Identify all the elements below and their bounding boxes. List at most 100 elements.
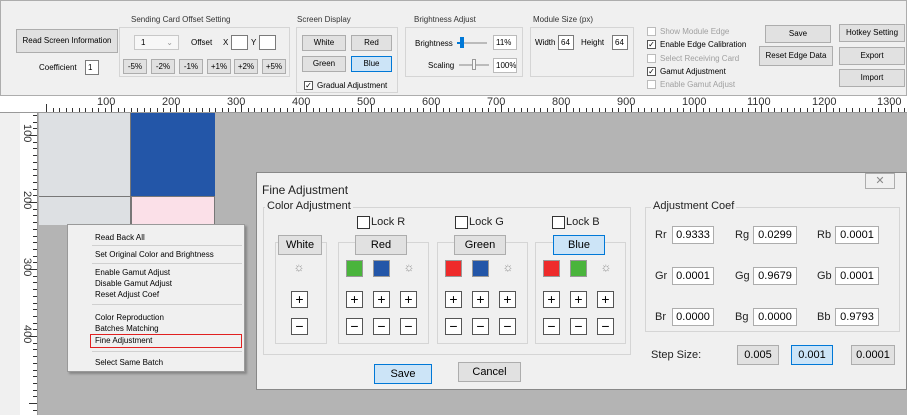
menu-item-reset-adjust-coef[interactable]: Reset Adjust Coef xyxy=(95,290,159,299)
step-size-0001-button[interactable]: 0.001 xyxy=(791,345,833,365)
ruler-tick xyxy=(774,108,775,112)
brightness-slider-thumb[interactable] xyxy=(460,37,465,48)
blue-button[interactable]: Blue xyxy=(553,235,605,255)
show-module-edge-checkbox[interactable] xyxy=(647,27,656,36)
gamut-adjustment-label: Gamut Adjustment xyxy=(660,67,726,76)
red-b-minus-button[interactable]: − xyxy=(373,318,390,335)
select-receiving-card-checkbox[interactable] xyxy=(647,54,656,63)
coef-bg-value[interactable]: 0.0000 xyxy=(753,308,797,326)
dialog-close-button[interactable]: ✕ xyxy=(865,173,895,189)
white-plus-button[interactable]: + xyxy=(291,291,308,308)
dialog-save-button[interactable]: Save xyxy=(374,364,432,384)
offset-x-input[interactable] xyxy=(231,35,248,50)
green-l-minus-button[interactable]: − xyxy=(499,318,516,335)
menu-item-enable-gamut-adjust[interactable]: Enable Gamut Adjust xyxy=(95,268,170,277)
red-b-plus-button[interactable]: + xyxy=(373,291,390,308)
ruler-tick xyxy=(689,108,691,112)
red-g-plus-button[interactable]: + xyxy=(346,291,363,308)
save-button[interactable]: Save xyxy=(765,25,831,43)
lock-b-checkbox[interactable] xyxy=(552,216,565,229)
coef-br-value[interactable]: 0.0000 xyxy=(672,308,714,326)
green-b-minus-button[interactable]: − xyxy=(472,318,489,335)
brightness-value[interactable]: 11% xyxy=(493,35,517,50)
green-b-plus-button[interactable]: + xyxy=(472,291,489,308)
menu-item-color-reproduction[interactable]: Color Reproduction xyxy=(95,313,164,322)
white-button[interactable]: White xyxy=(278,235,322,255)
step-size-0005-button[interactable]: 0.005 xyxy=(737,345,779,365)
pct-minus5-button[interactable]: -5% xyxy=(123,59,147,74)
gamut-adjustment-checkbox[interactable]: ✓ xyxy=(647,67,656,76)
blue-l-minus-button[interactable]: − xyxy=(597,318,614,335)
red-l-minus-button[interactable]: − xyxy=(400,318,417,335)
blue-g-plus-button[interactable]: + xyxy=(570,291,587,308)
green-r-minus-button[interactable]: − xyxy=(445,318,462,335)
enable-gamut-adjust-checkbox[interactable] xyxy=(647,80,656,89)
ruler-tick xyxy=(611,108,613,112)
coef-gg-value[interactable]: 0.9679 xyxy=(753,267,797,285)
coef-rb-value[interactable]: 0.0001 xyxy=(835,226,879,244)
gradual-adjustment-checkbox[interactable]: ✓ xyxy=(304,81,313,90)
pct-plus1-button[interactable]: +1% xyxy=(207,59,231,74)
coefficient-input[interactable]: 1 xyxy=(85,60,99,75)
screen-red-button[interactable]: Red xyxy=(351,35,392,51)
pct-minus1-button[interactable]: -1% xyxy=(179,59,203,74)
hotkey-setting-button[interactable]: Hotkey Setting xyxy=(839,24,905,42)
menu-item-disable-gamut-adjust[interactable]: Disable Gamut Adjust xyxy=(95,279,172,288)
screen-white-button[interactable]: White xyxy=(302,35,346,51)
coef-rr-value[interactable]: 0.9333 xyxy=(672,226,714,244)
coef-bb-value[interactable]: 0.9793 xyxy=(835,308,879,326)
sending-card-title: Sending Card Offset Setting xyxy=(129,15,233,24)
import-button[interactable]: Import xyxy=(839,69,905,87)
green-r-plus-button[interactable]: + xyxy=(445,291,462,308)
ruler-tick xyxy=(137,108,138,112)
read-screen-information-button[interactable]: Read Screen Information xyxy=(16,29,118,53)
sending-card-select[interactable]: 1 ⌄ xyxy=(134,35,179,50)
ruler-tick xyxy=(33,356,37,358)
lock-r-checkbox[interactable] xyxy=(357,216,370,229)
step-size-00001-button[interactable]: 0.0001 xyxy=(851,345,895,365)
export-button[interactable]: Export xyxy=(839,47,905,65)
menu-item-batches-matching[interactable]: Batches Matching xyxy=(95,324,159,333)
reset-edge-data-button[interactable]: Reset Edge Data xyxy=(759,46,833,66)
screen-green-button[interactable]: Green xyxy=(302,56,346,72)
blue-r-plus-button[interactable]: + xyxy=(543,291,560,308)
lock-g-checkbox[interactable] xyxy=(455,216,468,229)
menu-item-set-original-color[interactable]: Set Original Color and Brightness xyxy=(95,250,214,259)
coef-gr-value[interactable]: 0.0001 xyxy=(672,267,714,285)
coef-rg-value[interactable]: 0.0299 xyxy=(753,226,797,244)
blue-l-plus-button[interactable]: + xyxy=(597,291,614,308)
screen-blue-button[interactable]: Blue xyxy=(351,56,392,72)
scaling-slider-thumb[interactable] xyxy=(472,59,476,70)
ruler-tick xyxy=(514,108,515,112)
module-width-input[interactable]: 64 xyxy=(558,35,574,50)
swatch-blue xyxy=(373,260,390,277)
menu-separator xyxy=(92,263,242,264)
offset-y-input[interactable] xyxy=(259,35,276,50)
blue-r-minus-button[interactable]: − xyxy=(543,318,560,335)
lock-b-label: Lock B xyxy=(566,216,600,228)
menu-item-select-same-batch[interactable]: Select Same Batch xyxy=(95,358,163,367)
enable-edge-calibration-checkbox[interactable]: ✓ xyxy=(647,40,656,49)
blue-g-minus-button[interactable]: − xyxy=(570,318,587,335)
green-button[interactable]: Green xyxy=(454,235,506,255)
coef-gb-value[interactable]: 0.0001 xyxy=(835,267,879,285)
red-l-plus-button[interactable]: + xyxy=(400,291,417,308)
scaling-value[interactable]: 100% xyxy=(493,58,517,73)
red-button[interactable]: Red xyxy=(355,235,407,255)
green-l-plus-button[interactable]: + xyxy=(499,291,516,308)
brightness-icon: ☼ xyxy=(600,260,612,274)
brightness-slider[interactable] xyxy=(457,37,487,48)
menu-item-read-back-all[interactable]: Read Back All xyxy=(95,233,145,242)
pct-plus5-button[interactable]: +5% xyxy=(262,59,286,74)
ruler-tick xyxy=(33,349,37,351)
pct-plus2-button[interactable]: +2% xyxy=(234,59,258,74)
pct-minus2-button[interactable]: -2% xyxy=(151,59,175,74)
scaling-slider[interactable] xyxy=(459,59,489,70)
white-minus-button[interactable]: − xyxy=(291,318,308,335)
canvas-module-pink xyxy=(131,197,215,225)
red-g-minus-button[interactable]: − xyxy=(346,318,363,335)
menu-item-fine-adjustment[interactable]: Fine Adjustment xyxy=(95,336,152,345)
module-height-input[interactable]: 64 xyxy=(612,35,628,50)
coef-gr-label: Gr xyxy=(655,270,668,282)
dialog-cancel-button[interactable]: Cancel xyxy=(458,362,521,382)
